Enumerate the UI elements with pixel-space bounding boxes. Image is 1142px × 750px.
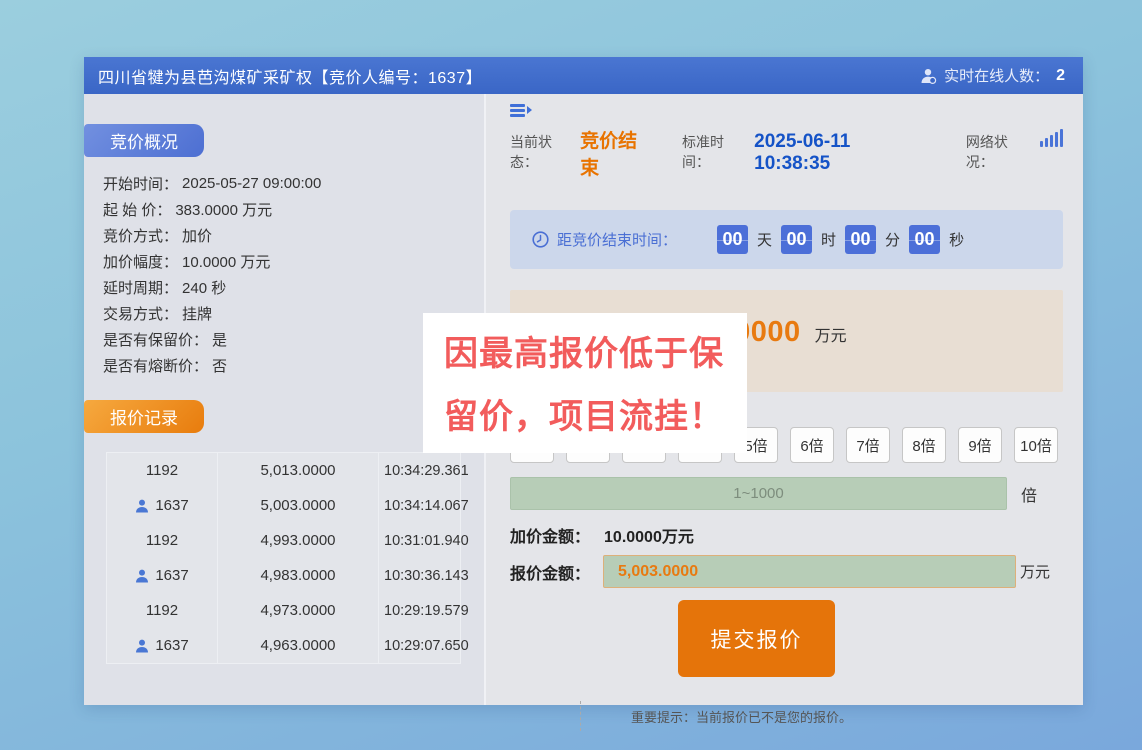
standard-time-label: 标准时间： xyxy=(682,132,748,172)
bid-amount-row: 报价金额： 万元 xyxy=(510,555,1063,588)
state-label: 当前状态： xyxy=(510,132,576,172)
bid-amount-label: 报价金额： xyxy=(510,560,590,584)
bid-amount-input[interactable] xyxy=(603,555,1016,588)
multiplier-button-8x[interactable]: 8倍 xyxy=(902,427,946,463)
countdown-seconds: 00 xyxy=(909,225,940,254)
menu-icon[interactable] xyxy=(510,104,532,118)
table-row-time: 10:34:14.067 xyxy=(378,488,462,523)
multiplier-button-9x[interactable]: 9倍 xyxy=(958,427,1002,463)
increment-row: 加价金额： 10.0000万元 xyxy=(510,523,1063,547)
network-label: 网络状况： xyxy=(966,132,1032,172)
table-row-time: 10:34:29.361 xyxy=(378,453,462,488)
person-icon xyxy=(135,499,149,513)
status-bar: 当前状态： 竞价结束 标准时间： 2025-06-11 10:38:35 网络状… xyxy=(510,126,1063,180)
increment-label: 加价金额： xyxy=(510,523,590,547)
table-row-price: 5,003.0000 xyxy=(217,488,378,523)
auction-window: 四川省犍为县芭沟煤矿采矿权【竞价人编号：1637】 实时在线人数： 2 竞价概况… xyxy=(84,57,1083,705)
countdown-panel: 距竞价结束时间： 00 天 00 时 00 分 00 秒 xyxy=(510,210,1063,269)
countdown-label: 距竞价结束时间： xyxy=(557,229,677,250)
standard-time-value: 2025-06-11 10:38:35 xyxy=(754,131,922,175)
page-title: 四川省犍为县芭沟煤矿采矿权【竞价人编号：1637】 xyxy=(98,64,482,88)
table-row-time: 10:30:36.143 xyxy=(378,558,462,593)
footer-tip-row: 重要提示：当前报价已不是您的报价。 xyxy=(510,701,1063,731)
countdown-minutes: 00 xyxy=(845,225,876,254)
tab-bid-records[interactable]: 报价记录 xyxy=(84,400,204,433)
table-row-price: 4,983.0000 xyxy=(217,558,378,593)
clock-icon xyxy=(532,231,549,248)
info-row-bid-mode: 竞价方式： 加价 xyxy=(103,222,484,248)
info-row-start-price: 起 始 价： 383.0000 万元 xyxy=(103,196,484,222)
table-row-price: 5,013.0000 xyxy=(217,453,378,488)
table-row-time: 10:29:19.579 xyxy=(378,593,462,628)
important-tip: 重要提示：当前报价已不是您的报价。 xyxy=(631,707,852,726)
person-icon xyxy=(135,569,149,583)
times-input-row: 倍 xyxy=(510,477,1063,510)
person-badge-icon xyxy=(919,68,937,84)
table-row-time: 10:29:07.650 xyxy=(378,628,462,663)
bid-amount-unit: 万元 xyxy=(1020,561,1050,582)
flow-failed-alert: 因最高报价低于保留价，项目流挂！ xyxy=(423,313,747,453)
multiplier-button-10x[interactable]: 10倍 xyxy=(1014,427,1058,463)
times-unit-label: 倍 xyxy=(1021,482,1037,506)
countdown-days: 00 xyxy=(717,225,748,254)
title-bar: 四川省犍为县芭沟煤矿采矿权【竞价人编号：1637】 实时在线人数： 2 xyxy=(84,57,1083,94)
table-row-price: 4,973.0000 xyxy=(217,593,378,628)
bid-records-table: 1192 5,013.0000 10:34:29.361 1637 5,003.… xyxy=(106,452,461,664)
signal-bars-icon xyxy=(1040,129,1063,147)
multiplier-button-7x[interactable]: 7倍 xyxy=(846,427,890,463)
state-value: 竞价结束 xyxy=(580,126,652,180)
table-row-bidder: 1192 xyxy=(107,453,217,488)
table-row-bidder: 1637 xyxy=(107,488,217,523)
alert-message: 因最高报价低于保留价，项目流挂！ xyxy=(444,323,747,449)
multiplier-button-6x[interactable]: 6倍 xyxy=(790,427,834,463)
table-row-price: 4,963.0000 xyxy=(217,628,378,663)
online-counter: 实时在线人数： 2 xyxy=(919,65,1065,86)
times-input[interactable] xyxy=(510,477,1007,510)
tip-divider xyxy=(580,701,581,731)
highest-bid-unit: 万元 xyxy=(815,322,847,346)
table-row-bidder: 1192 xyxy=(107,593,217,628)
person-icon xyxy=(135,639,149,653)
countdown-hours: 00 xyxy=(781,225,812,254)
table-row-price: 4,993.0000 xyxy=(217,523,378,558)
table-row-bidder: 1192 xyxy=(107,523,217,558)
info-row-delay-cycle: 延时周期： 240 秒 xyxy=(103,274,484,300)
table-row-bidder: 1637 xyxy=(107,628,217,663)
tab-auction-overview[interactable]: 竞价概况 xyxy=(84,124,204,157)
info-row-start-time: 开始时间： 2025-05-27 09:00:00 xyxy=(103,170,484,196)
table-row-time: 10:31:01.940 xyxy=(378,523,462,558)
increment-value: 10.0000万元 xyxy=(604,523,694,547)
info-row-increment: 加价幅度： 10.0000 万元 xyxy=(103,248,484,274)
online-label: 实时在线人数： xyxy=(944,65,1049,86)
online-count: 2 xyxy=(1056,67,1065,85)
countdown-digits: 00 天 00 时 00 分 00 秒 xyxy=(717,225,964,254)
submit-bid-button[interactable]: 提交报价 xyxy=(678,600,835,677)
table-row-bidder: 1637 xyxy=(107,558,217,593)
